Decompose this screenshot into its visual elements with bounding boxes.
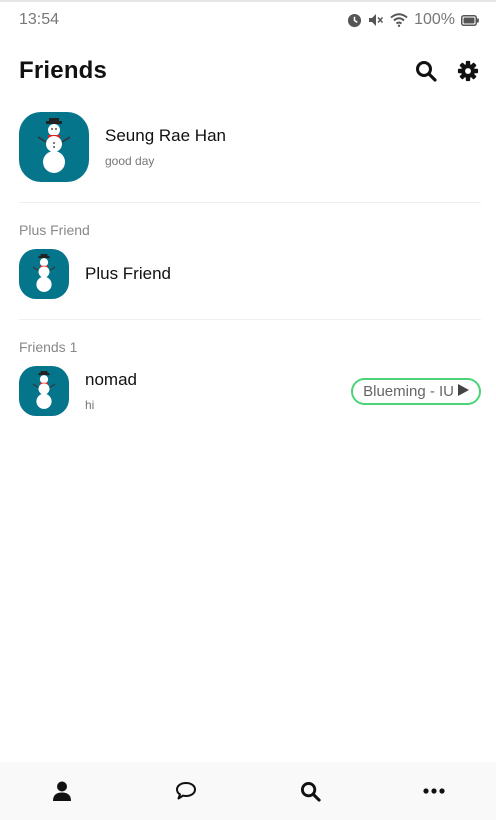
divider — [19, 202, 481, 203]
status-time: 13:54 — [19, 11, 60, 28]
search-icon — [300, 781, 321, 802]
battery-icon — [461, 14, 479, 26]
section-label-plus-friend: Plus Friend — [19, 222, 90, 238]
chat-bubble-icon — [176, 782, 196, 800]
plus-friend-name: Plus Friend — [85, 264, 171, 283]
snowman-icon — [37, 118, 71, 173]
nav-chats[interactable] — [156, 771, 216, 811]
divider — [19, 319, 481, 320]
profile-name: Seung Rae Han — [105, 126, 226, 145]
more-icon — [423, 788, 445, 794]
music-title: Blueming - IU — [363, 383, 454, 400]
my-profile[interactable]: Seung Rae Han good day — [19, 112, 481, 182]
header: Friends — [0, 48, 496, 94]
bottom-nav — [0, 762, 496, 820]
music-badge[interactable]: Blueming - IU — [351, 378, 481, 405]
nav-more[interactable] — [404, 771, 464, 811]
person-icon — [53, 781, 71, 801]
snowman-icon — [32, 254, 56, 292]
battery-level: 100% — [414, 11, 455, 28]
avatar — [19, 366, 69, 416]
page-title: Friends — [19, 57, 108, 84]
section-label-friends: Friends 1 — [19, 339, 78, 355]
wifi-icon — [390, 13, 408, 27]
gear-icon[interactable] — [456, 59, 480, 83]
play-icon — [458, 383, 469, 400]
list-item-plus-friend[interactable]: Plus Friend — [19, 249, 481, 299]
avatar — [19, 112, 89, 182]
status-icons: 100% — [347, 11, 479, 29]
nav-friends[interactable] — [32, 771, 92, 811]
snowman-icon — [32, 371, 56, 409]
header-actions — [414, 59, 480, 83]
alarm-icon — [347, 13, 362, 28]
avatar — [19, 249, 69, 299]
nav-search[interactable] — [280, 771, 340, 811]
friend-status: hi — [85, 398, 95, 412]
status-bar: 13:54 100% — [0, 2, 496, 38]
friend-name: nomad — [85, 370, 137, 389]
search-icon[interactable] — [414, 59, 438, 83]
mute-icon — [368, 13, 384, 27]
profile-status: good day — [105, 154, 155, 168]
